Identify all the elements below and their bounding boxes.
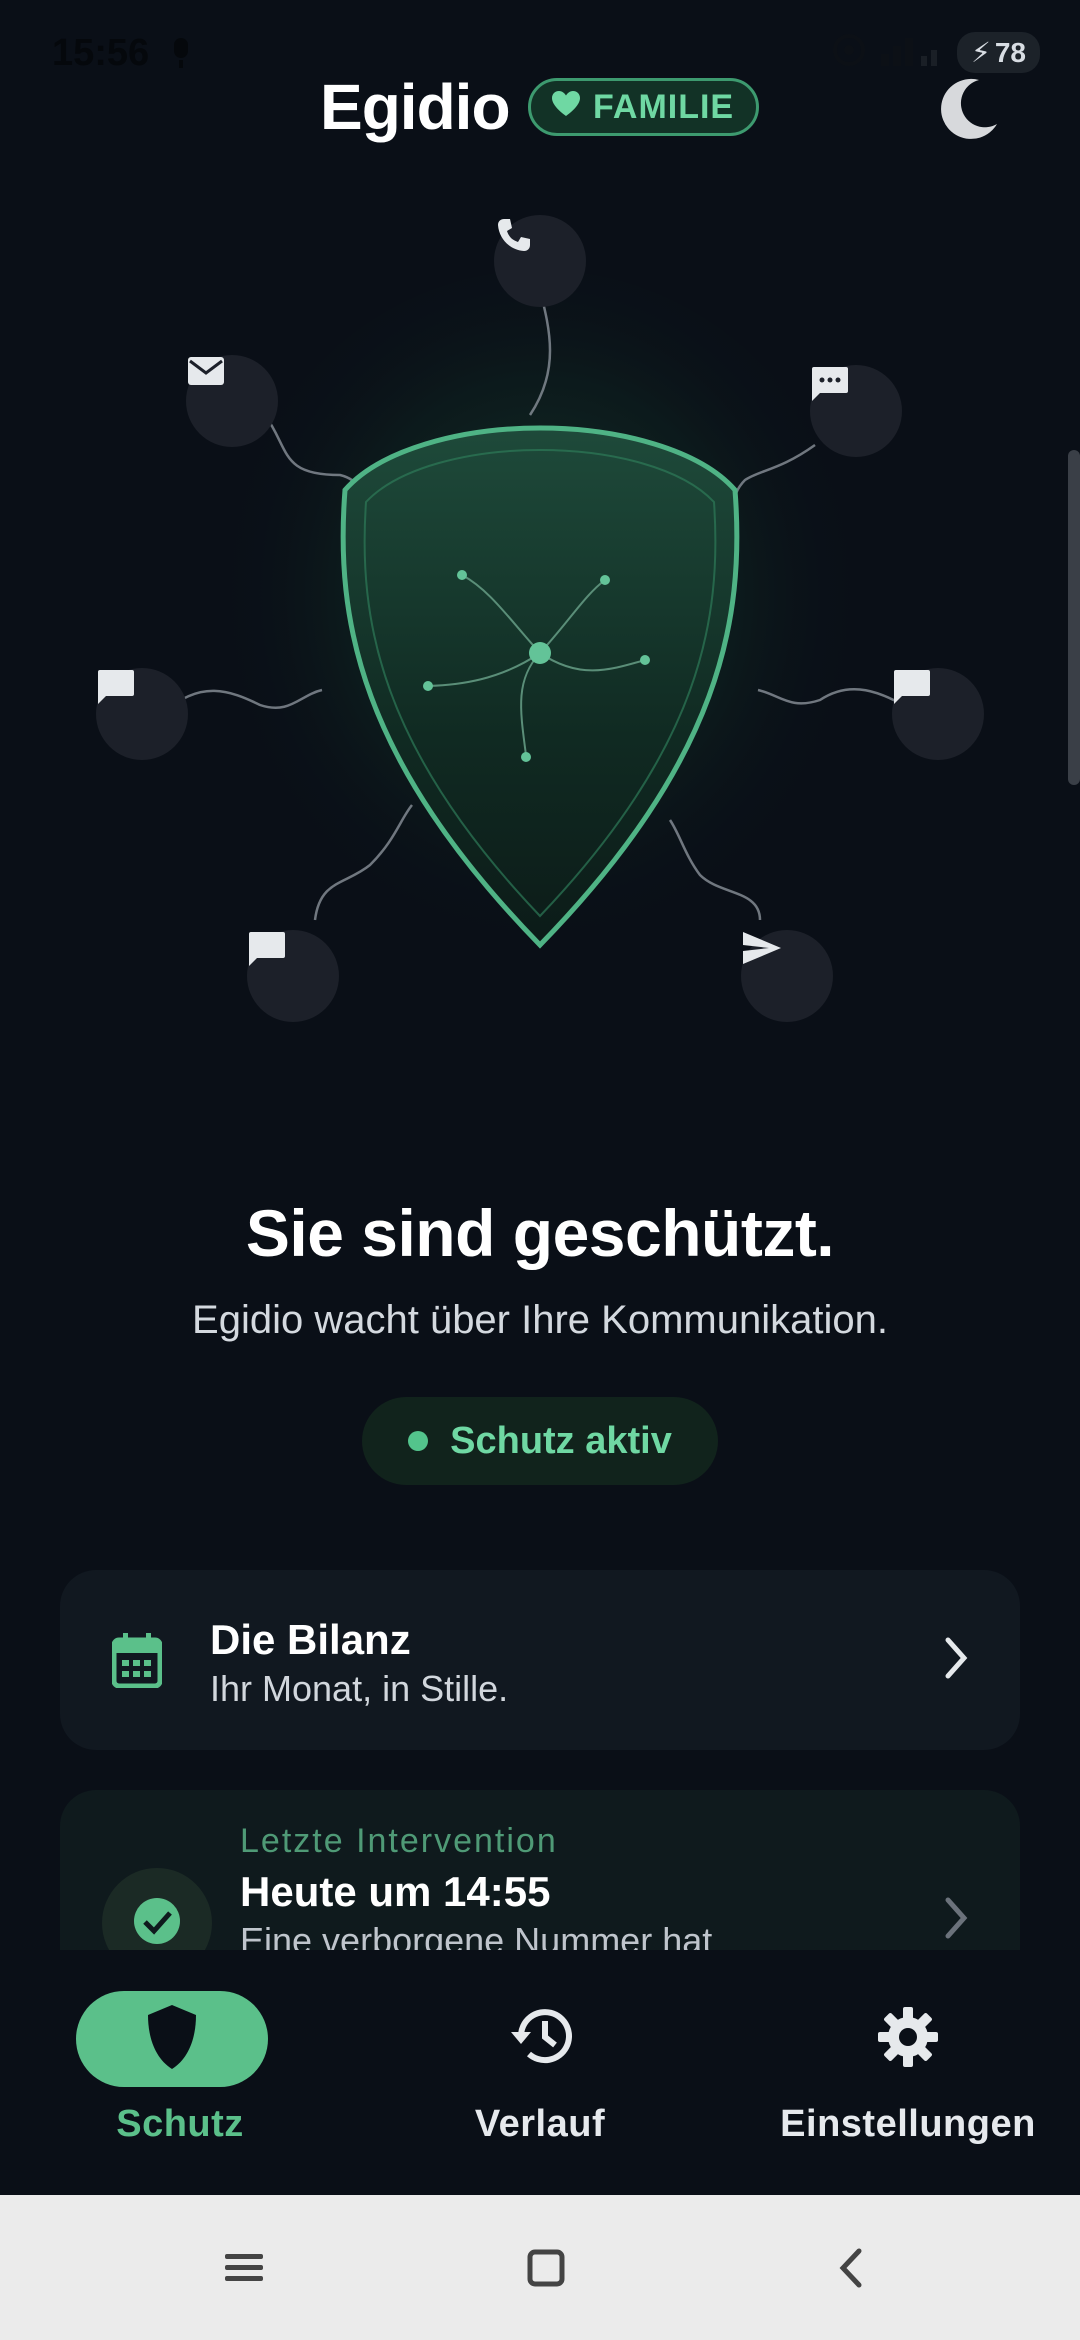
menu-icon (223, 2251, 265, 2290)
home-button[interactable] (516, 2240, 576, 2300)
protection-status-chip: Schutz aktiv (362, 1397, 718, 1485)
protection-headline: Sie sind geschützt. (245, 1196, 835, 1270)
nav-item-einstellungen[interactable]: Einstellungen (728, 1955, 1080, 2195)
intervention-subtitle: Eine verborgene Nummer hat (240, 1920, 713, 1950)
heart-icon (551, 88, 581, 127)
plan-badge-label: FAMILIE (593, 87, 735, 126)
email-node (186, 355, 278, 447)
shield-illustration (0, 200, 1080, 1060)
message-node-left (96, 668, 188, 760)
gear-icon (728, 2005, 1080, 2069)
shield-icon (144, 2003, 200, 2076)
nav-label: Einstellungen (780, 2103, 1036, 2145)
intervention-title: Heute um 14:55 (240, 1868, 551, 1915)
moon-icon (935, 78, 1005, 148)
app-title: Egidio (320, 71, 511, 143)
back-button[interactable] (820, 2240, 880, 2300)
battery-indicator: ⚡ 78 (957, 32, 1040, 73)
history-icon (360, 2005, 720, 2067)
bilanz-card[interactable]: Die Bilanz Ihr Monat, in Stille. (60, 1570, 1020, 1750)
nav-label: Verlauf (474, 2103, 606, 2145)
app-screen: 15:56 ⚡ 78 Egidio FAMILIE Sie sind gesch… (0, 0, 1080, 2340)
bottom-navigation: Schutz Verlauf Einstellungen (0, 1955, 1080, 2195)
calendar-icon (111, 1632, 163, 1693)
nav-item-verlauf[interactable]: Verlauf (360, 1955, 720, 2195)
check-icon (132, 1896, 182, 1951)
chevron-right-icon (942, 1636, 970, 1685)
intervention-label: Letzte Intervention (240, 1822, 558, 1860)
bilanz-subtitle: Ihr Monat, in Stille. (210, 1668, 509, 1709)
app-header: Egidio FAMILIE (0, 70, 1080, 145)
dark-mode-toggle[interactable] (935, 74, 1005, 144)
status-icons: ⚡ 78 (831, 32, 1040, 73)
scrollbar[interactable] (1068, 450, 1080, 785)
back-icon (835, 2247, 865, 2294)
home-square-icon (526, 2248, 566, 2293)
chat-node (810, 365, 902, 457)
message-node-right (892, 668, 984, 760)
shield-graphic (164, 270, 916, 990)
send-node (741, 930, 833, 1022)
bilanz-title: Die Bilanz (210, 1616, 411, 1663)
phone-node (494, 215, 586, 307)
nav-label: Schutz (116, 2103, 244, 2145)
chevron-right-icon (942, 1896, 970, 1945)
protection-subline: Egidio wacht über Ihre Kommunikation. (192, 1298, 888, 1342)
system-navigation-bar (0, 2195, 1080, 2340)
nav-item-schutz[interactable]: Schutz (0, 1955, 360, 2195)
hotspot-icon (831, 32, 867, 73)
plan-badge[interactable]: FAMILIE (528, 78, 760, 136)
charging-icon: ⚡ (971, 37, 991, 68)
status-chip-label: Schutz aktiv (450, 1419, 672, 1462)
status-time: 15:56 (52, 32, 150, 74)
menu-button[interactable] (214, 2240, 274, 2300)
status-dot (408, 1431, 429, 1451)
message-node-bottom (247, 930, 339, 1022)
intervention-card[interactable]: Letzte Intervention Heute um 14:55 Eine … (60, 1790, 1020, 1950)
check-circle (102, 1868, 212, 1950)
signal-icon (877, 32, 947, 73)
nav-active-pill (76, 1991, 268, 2087)
battery-level: 78 (994, 36, 1026, 68)
